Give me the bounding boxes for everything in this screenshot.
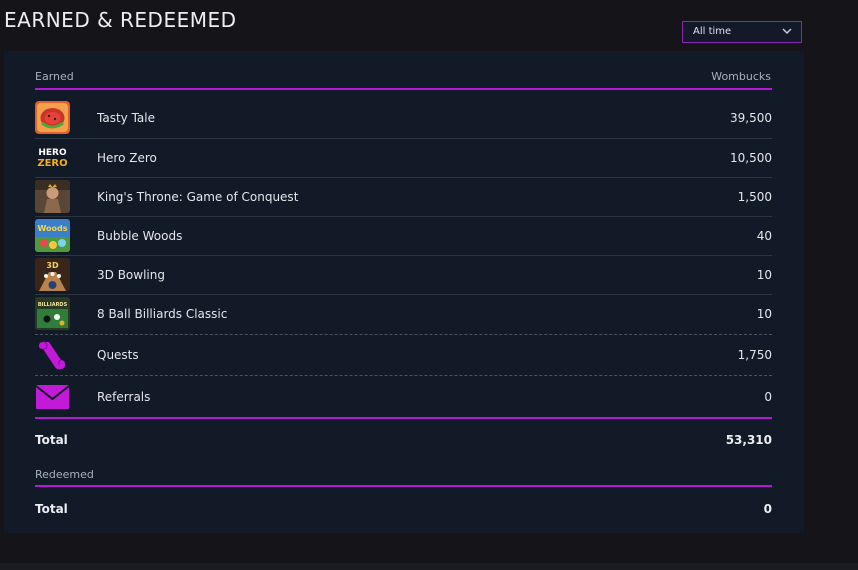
svg-text:3D: 3D	[46, 261, 59, 270]
wombucks-value: 1,750	[737, 348, 772, 362]
earned-row: BILLIARDS 8 Ball Billiards Classic 10	[35, 295, 772, 334]
earned-total-row: Total 53,310	[35, 433, 772, 453]
svg-text:Woods: Woods	[37, 224, 67, 233]
chevron-down-icon	[782, 28, 792, 35]
svg-text:ZERO: ZERO	[37, 158, 67, 169]
earned-row: HERO ZERO Hero Zero 10,500	[35, 139, 772, 178]
3d-bowling-thumbnail: 3D	[35, 258, 70, 291]
earned-redeemed-panel: Earned Wombucks Tasty Tale 39,500 HERO Z…	[4, 51, 804, 533]
game-name: 8 Ball Billiards Classic	[97, 307, 228, 321]
game-name: Bubble Woods	[97, 229, 183, 243]
earned-label: Earned	[35, 70, 74, 83]
earned-row: Tasty Tale 39,500	[35, 99, 772, 138]
envelope-icon	[35, 380, 70, 413]
divider	[35, 485, 772, 487]
row-separator	[35, 334, 772, 335]
tasty-tale-thumbnail	[35, 101, 70, 134]
game-name: Tasty Tale	[97, 111, 155, 125]
earned-row: Referrals 0	[35, 378, 772, 417]
time-range-value: All time	[693, 26, 732, 37]
kings-throne-thumbnail	[35, 180, 70, 213]
wombucks-value: 39,500	[730, 111, 772, 125]
time-range-select[interactable]: All time	[682, 21, 802, 43]
divider	[35, 88, 772, 90]
earned-row: Quests 1,750	[35, 336, 772, 375]
wombucks-value: 10,500	[730, 151, 772, 165]
redeemed-total-row: Total 0	[35, 502, 772, 522]
svg-text:BILLIARDS: BILLIARDS	[38, 302, 68, 308]
earned-row: King's Throne: Game of Conquest 1,500	[35, 178, 772, 217]
total-value: 53,310	[725, 433, 772, 447]
earned-row: 3D 3D Bowling 10	[35, 256, 772, 295]
wombucks-value: 0	[764, 390, 772, 404]
svg-text:HERO: HERO	[38, 148, 67, 158]
hero-zero-logo: HERO ZERO	[35, 141, 70, 174]
bubble-woods-thumbnail: Woods	[35, 219, 70, 252]
billiards-thumbnail: BILLIARDS	[35, 297, 70, 330]
earned-header: Earned Wombucks	[35, 70, 771, 90]
wombucks-value: 10	[756, 307, 772, 321]
game-name: King's Throne: Game of Conquest	[97, 190, 299, 204]
currency-label: Wombucks	[711, 70, 771, 83]
source-name: Referrals	[97, 390, 151, 404]
redeemed-label: Redeemed	[35, 468, 94, 481]
game-name: 3D Bowling	[97, 268, 165, 282]
total-value: 0	[763, 502, 772, 516]
source-name: Quests	[97, 348, 139, 362]
total-label: Total	[35, 433, 68, 447]
scroll-icon	[35, 338, 70, 371]
footer-strip	[0, 563, 858, 570]
page-title: EARNED & REDEEMED	[4, 8, 237, 32]
game-name: Hero Zero	[97, 151, 157, 165]
divider	[35, 417, 772, 419]
wombucks-value: 40	[756, 229, 772, 243]
wombucks-value: 10	[756, 268, 772, 282]
total-label: Total	[35, 502, 68, 516]
earned-row: Woods Bubble Woods 40	[35, 217, 772, 256]
row-separator	[35, 375, 772, 376]
wombucks-value: 1,500	[737, 190, 772, 204]
